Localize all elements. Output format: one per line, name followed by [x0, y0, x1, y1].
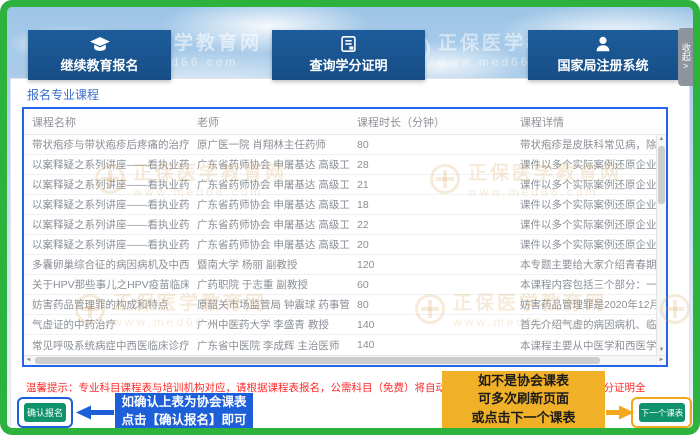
arrow-right-icon	[606, 405, 634, 425]
collapse-label: 收起	[680, 43, 691, 61]
collapse-panel-tab[interactable]: 收起 >	[678, 28, 693, 86]
course-table-body: 带状疱疹与带状疱疹后疼痛的治疗原广医一院 肖翔林主任药师80带状疱疹是皮肤科常见…	[24, 135, 666, 355]
cell-teacher: 广药职院 于志重 副教授	[189, 277, 349, 292]
cell-name: 以案释疑之系列讲座——看执业药师应知应...	[24, 177, 189, 192]
cell-name: 气虚证的中药治疗	[24, 317, 189, 332]
vertical-scrollbar[interactable]: ▲ ▼	[656, 135, 666, 355]
annotation-line: 或点击下一个课表	[471, 409, 575, 427]
cell-detail: 带状疱疹是皮肤科常见病，除皮肤损害外，...	[512, 137, 666, 152]
cell-minutes: 80	[349, 139, 512, 151]
cell-minutes: 60	[349, 279, 512, 291]
scroll-left-icon[interactable]: ◄	[24, 356, 33, 365]
confirm-signup-button[interactable]: 确认报名	[24, 403, 66, 422]
cell-detail: 课件以多个实际案例还原企业经营过程中的...	[512, 217, 666, 232]
cell-name: 常见呼吸系统病症中西医临床诊疗	[24, 338, 189, 353]
cell-name: 以案释疑之系列讲座——看执业药师应知应...	[24, 157, 189, 172]
column-header-course-name: 课程名称	[24, 114, 189, 130]
cell-minutes: 80	[349, 299, 512, 311]
column-header-duration: 课程时长（分钟）	[349, 114, 512, 130]
cell-detail: 课件以多个实际案例还原企业经营过程中的...	[512, 157, 666, 172]
cell-teacher: 广东省药师协会 申屠基达 高级工程师	[189, 157, 349, 172]
scroll-up-icon[interactable]: ▲	[657, 135, 666, 144]
annotation-line: 点击【确认报名】即可	[121, 412, 246, 430]
cell-name: 带状疱疹与带状疱疹后疼痛的治疗	[24, 137, 189, 152]
cell-minutes: 21	[349, 179, 512, 191]
table-row[interactable]: 以案释疑之系列讲座——看执业药师应知应...广东省药师协会 申屠基达 高级工程师…	[24, 215, 666, 235]
nav-button-label: 查询学分证明	[309, 55, 387, 74]
cell-name: 关于HPV那些事儿之HPV疫苗临床应用专家...	[24, 277, 189, 292]
nav-button-label: 国家局注册系统	[557, 55, 648, 74]
cell-detail: 本课程主要从中医学和西医学角度，分别简...	[512, 338, 666, 353]
table-row[interactable]: 气虚证的中药治疗广州中医药大学 李盛青 教授140首先介绍气虚的病因病机、临床症…	[24, 315, 666, 335]
confirm-annotation: 如确认上表为协会课表 点击【确认报名】即可	[115, 393, 253, 430]
cell-detail: 首先介绍气虚的病因病机、临床症状表现，...	[512, 317, 666, 332]
horizontal-scrollbar-thumb[interactable]	[35, 357, 600, 364]
cell-minutes: 140	[349, 319, 512, 331]
arrow-left-icon	[76, 405, 114, 425]
cell-teacher: 广东省药师协会 申屠基达 高级工程师	[189, 197, 349, 212]
scroll-down-icon[interactable]: ▼	[657, 346, 666, 355]
table-row[interactable]: 以案释疑之系列讲座——看执业药师应知应...广东省药师协会 申屠基达 高级工程师…	[24, 235, 666, 255]
cell-teacher: 广东省药师协会 申屠基达 高级工程师	[189, 237, 349, 252]
horizontal-scrollbar[interactable]: ◄ ►	[24, 355, 666, 365]
table-row[interactable]: 常见呼吸系统病症中西医临床诊疗广东省中医院 李成辉 主治医师140本课程主要从中…	[24, 335, 666, 355]
column-header-teacher: 老师	[189, 114, 349, 130]
table-row[interactable]: 以案释疑之系列讲座——看执业药师应知应...广东省药师协会 申屠基达 高级工程师…	[24, 155, 666, 175]
annotation-line: 如不是协会课表	[478, 372, 569, 390]
cell-name: 以案释疑之系列讲座——看执业药师应知应...	[24, 237, 189, 252]
panel-title: 报名专业课程	[27, 86, 99, 103]
cell-detail: 本课程内容包括三个部分：一、简单的介绍...	[512, 277, 666, 292]
table-header-row: 课程名称 老师 课程时长（分钟） 课程详情	[24, 109, 666, 135]
cell-minutes: 22	[349, 219, 512, 231]
cell-minutes: 28	[349, 159, 512, 171]
table-row[interactable]: 以案释疑之系列讲座——看执业药师应知应...广东省药师协会 申屠基达 高级工程师…	[24, 195, 666, 215]
annotation-line: 如确认上表为协会课表	[121, 394, 246, 412]
cell-teacher: 广东省中医院 李成辉 主治医师	[189, 338, 349, 353]
cell-teacher: 原广医一院 肖翔林主任药师	[189, 137, 349, 152]
cell-teacher: 广州中医药大学 李盛青 教授	[189, 317, 349, 332]
nav-national-registry-button[interactable]: 国家局注册系统	[528, 30, 678, 80]
course-table: 课程名称 老师 课程时长（分钟） 课程详情 带状疱疹与带状疱疹后疼痛的治疗原广医…	[22, 107, 668, 367]
nav-button-label: 继续教育报名	[60, 55, 138, 74]
vertical-scrollbar-thumb[interactable]	[658, 146, 665, 204]
next-timetable-button[interactable]: 下一个课表	[639, 403, 685, 422]
table-row[interactable]: 带状疱疹与带状疱疹后疼痛的治疗原广医一院 肖翔林主任药师80带状疱疹是皮肤科常见…	[24, 135, 666, 155]
cell-teacher: 广东省药师协会 申屠基达 高级工程师	[189, 177, 349, 192]
table-row[interactable]: 关于HPV那些事儿之HPV疫苗临床应用专家...广药职院 于志重 副教授60本课…	[24, 275, 666, 295]
cell-minutes: 140	[349, 339, 512, 351]
person-icon	[595, 36, 611, 52]
cell-minutes: 120	[349, 259, 512, 271]
cell-minutes: 18	[349, 199, 512, 211]
cell-detail: 本专题主要给大家介绍青春期及育龄妇女常...	[512, 257, 666, 272]
next-annotation: 如不是协会课表 可多次刷新页面 或点击下一个课表	[442, 371, 605, 428]
cell-teacher: 原韶关市场监管局 钟震球 药事管理专家	[189, 297, 349, 312]
table-row[interactable]: 妨害药品管理罪的构成和特点原韶关市场监管局 钟震球 药事管理专家80妨害药品管理…	[24, 295, 666, 315]
cell-teacher: 广东省药师协会 申屠基达 高级工程师	[189, 217, 349, 232]
nav-credit-certificate-button[interactable]: 查询学分证明	[272, 30, 425, 80]
cell-detail: 课件以多个实际案例还原企业经营过程中的...	[512, 237, 666, 252]
cell-detail: 课件以多个实际案例还原企业经营过程中的...	[512, 177, 666, 192]
cell-name: 妨害药品管理罪的构成和特点	[24, 297, 189, 312]
nav-continuing-education-button[interactable]: 继续教育报名	[28, 30, 171, 80]
cell-name: 多囊卵巢综合征的病因病机及中西医治疗	[24, 257, 189, 272]
table-row[interactable]: 多囊卵巢综合征的病因病机及中西医治疗暨南大学 杨丽 副教授120本专题主要给大家…	[24, 255, 666, 275]
chevron-right-icon: >	[683, 61, 688, 72]
scroll-right-icon[interactable]: ►	[657, 356, 666, 365]
cell-minutes: 20	[349, 239, 512, 251]
page: 继续教育报名 查询学分证明 国家局注册系统 收起 > 报名专业课程 课程名称 老…	[0, 0, 700, 435]
annotation-line: 可多次刷新页面	[478, 390, 569, 408]
cell-name: 以案释疑之系列讲座——看执业药师应知应...	[24, 197, 189, 212]
cell-name: 以案释疑之系列讲座——看执业药师应知应...	[24, 217, 189, 232]
cell-detail: 妨害药品管理罪是2020年12月《刑法修正案...	[512, 297, 666, 312]
cell-detail: 课件以多个实际案例还原企业经营过程中的...	[512, 197, 666, 212]
cell-teacher: 暨南大学 杨丽 副教授	[189, 257, 349, 272]
graduation-cap-icon	[90, 36, 110, 52]
credit-certificate-icon	[341, 36, 356, 52]
column-header-detail: 课程详情	[512, 114, 666, 130]
table-row[interactable]: 以案释疑之系列讲座——看执业药师应知应...广东省药师协会 申屠基达 高级工程师…	[24, 175, 666, 195]
